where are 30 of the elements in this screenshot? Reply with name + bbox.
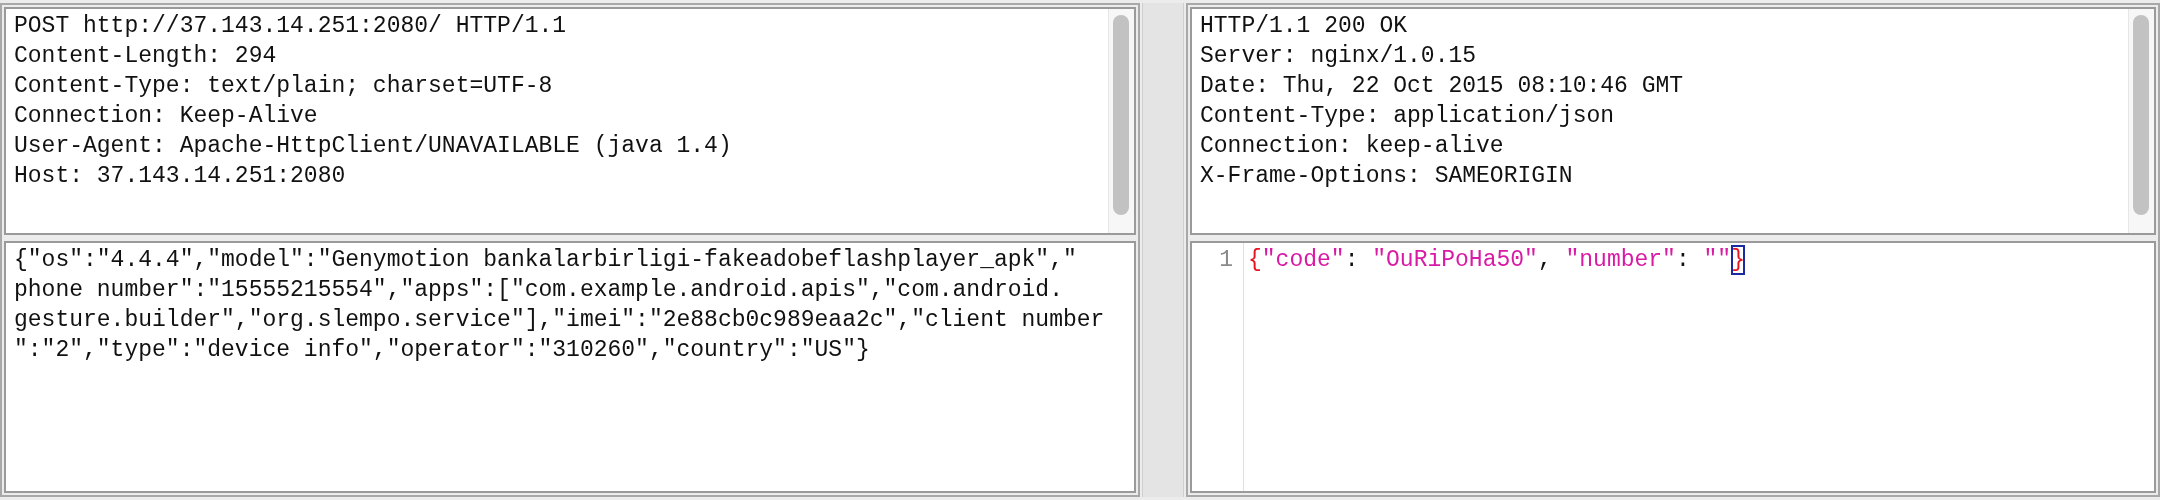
header-line: HTTP/1.1 200 OK <box>1200 12 1409 41</box>
code-token: "OuRiPoHa50" <box>1372 246 1538 275</box>
header-line: POST http://37.143.14.251:2080/ HTTP/1.1 <box>14 12 568 41</box>
body-text-line: gesture.builder","org.slempo.service"],"imei":"2e88cb0c989eaa2c","client number <box>14 306 1106 335</box>
code-token: , <box>1537 246 1553 275</box>
header-line: Content-Length: 294 <box>14 42 278 71</box>
scrollbar-thumb[interactable] <box>1113 15 1129 215</box>
code-token: } <box>1731 245 1745 275</box>
header-line: Connection: Keep-Alive <box>14 102 319 131</box>
header-line: User-Agent: Apache-HttpClient/UNAVAILABLE (java 1.4) <box>14 132 733 161</box>
body-text-line: phone number":"15555215554","apps":["com.example.android.apis","com.android. <box>14 276 1064 305</box>
body-text-line: {"os":"4.4.4","model":"Genymotion bankalarbirligi-fakeadobeflashplayer_apk"," <box>14 246 1078 275</box>
line-number: 1 <box>1219 247 1233 273</box>
header-line: Content-Type: text/plain; charset=UTF-8 <box>14 72 554 101</box>
header-line: Connection: keep-alive <box>1200 132 1505 161</box>
header-line: Server: nginx/1.0.15 <box>1200 42 1478 71</box>
body-text-line: ":"2","type":"device info","operator":"310260","country":"US"} <box>14 336 871 365</box>
code-token: : <box>1675 246 1691 275</box>
header-line: Content-Type: application/json <box>1200 102 1616 131</box>
code-token: "" <box>1703 246 1732 275</box>
header-line: X-Frame-Options: SAMEORIGIN <box>1200 162 1574 191</box>
code-token: { <box>1248 246 1262 275</box>
code-token: : <box>1344 246 1360 275</box>
scrollbar[interactable] <box>2128 9 2154 233</box>
scrollbar[interactable] <box>1108 9 1134 233</box>
header-line: Date: Thu, 22 Oct 2015 08:10:46 GMT <box>1200 72 1685 101</box>
code-token: "number" <box>1565 246 1676 275</box>
header-line: Host: 37.143.14.251:2080 <box>14 162 347 191</box>
code-token: "code" <box>1261 246 1345 275</box>
scrollbar-thumb[interactable] <box>2133 15 2149 215</box>
